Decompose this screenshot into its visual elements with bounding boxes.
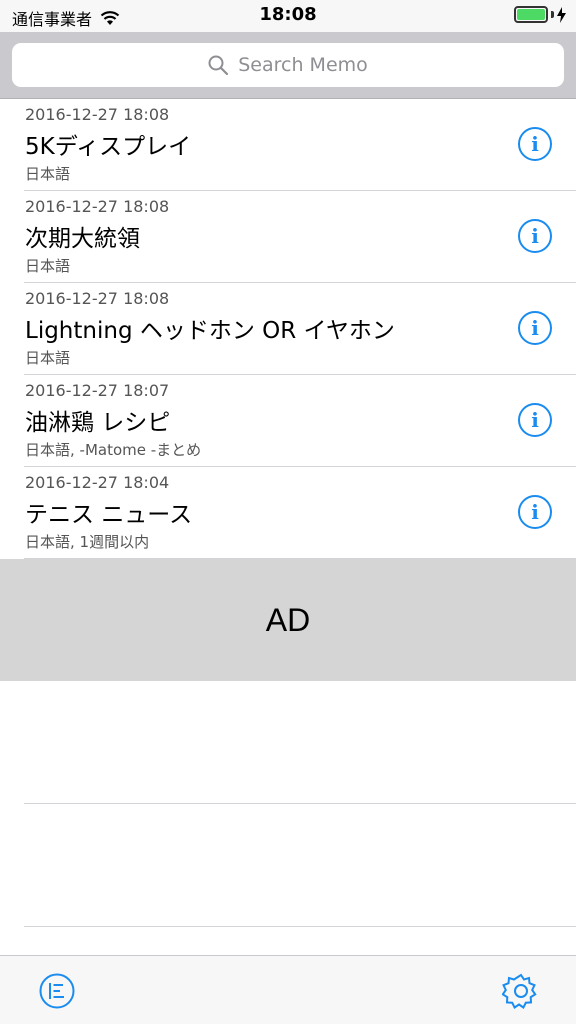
memo-row[interactable]: 2016-12-27 18:07 油淋鶏 レシピ 日本語, -Matome -ま… bbox=[0, 375, 576, 467]
bottom-toolbar bbox=[0, 955, 576, 1024]
search-placeholder: Search Memo bbox=[238, 54, 368, 76]
info-icon[interactable]: i bbox=[518, 495, 552, 529]
memo-title: テニス ニュース bbox=[25, 502, 193, 528]
info-icon[interactable]: i bbox=[518, 127, 552, 161]
battery-icon bbox=[514, 6, 548, 23]
memo-date: 2016-12-27 18:08 bbox=[25, 197, 170, 216]
status-bar: 通信事業者 18:08 bbox=[0, 0, 576, 32]
memo-row[interactable]: 2016-12-27 18:08 次期大統領 日本語 i bbox=[0, 191, 576, 283]
memo-title: 5Kディスプレイ bbox=[25, 134, 192, 160]
empty-row-separator bbox=[24, 926, 576, 927]
search-input[interactable]: Search Memo bbox=[12, 43, 564, 87]
sort-list-icon[interactable] bbox=[38, 972, 76, 1010]
memo-tags: 日本語 bbox=[25, 257, 71, 275]
search-icon bbox=[208, 55, 229, 75]
memo-row[interactable]: 2016-12-27 18:04 テニス ニュース 日本語, 1週間以内 i bbox=[0, 467, 576, 559]
memo-date: 2016-12-27 18:04 bbox=[25, 473, 170, 492]
memo-row[interactable]: 2016-12-27 18:08 Lightning ヘッドホン OR イヤホン… bbox=[0, 283, 576, 375]
memo-title: 次期大統領 bbox=[25, 226, 140, 252]
charging-icon bbox=[557, 6, 566, 23]
memo-title: Lightning ヘッドホン OR イヤホン bbox=[25, 318, 395, 344]
memo-date: 2016-12-27 18:08 bbox=[25, 289, 170, 308]
info-icon[interactable]: i bbox=[518, 311, 552, 345]
ad-label: AD bbox=[265, 601, 311, 638]
empty-row-separator bbox=[24, 803, 576, 804]
memo-tags: 日本語 bbox=[25, 349, 71, 367]
info-icon[interactable]: i bbox=[518, 219, 552, 253]
memo-date: 2016-12-27 18:08 bbox=[25, 105, 170, 124]
status-time: 18:08 bbox=[259, 4, 317, 25]
ad-banner[interactable]: AD bbox=[0, 559, 576, 681]
gear-icon[interactable] bbox=[502, 972, 540, 1010]
memo-tags: 日本語, -Matome -まとめ bbox=[25, 441, 202, 459]
memo-title: 油淋鶏 レシピ bbox=[25, 410, 171, 436]
memo-date: 2016-12-27 18:07 bbox=[25, 381, 170, 400]
battery-indicator bbox=[514, 6, 566, 23]
info-icon[interactable]: i bbox=[518, 403, 552, 437]
memo-row[interactable]: 2016-12-27 18:08 5Kディスプレイ 日本語 i bbox=[0, 99, 576, 191]
memo-tags: 日本語 bbox=[25, 165, 71, 183]
memo-list: 2016-12-27 18:08 5Kディスプレイ 日本語 i 2016-12-… bbox=[0, 99, 576, 559]
search-bar-container: Search Memo bbox=[0, 32, 576, 99]
battery-fill bbox=[517, 9, 545, 20]
memo-tags: 日本語, 1週間以内 bbox=[25, 533, 150, 551]
